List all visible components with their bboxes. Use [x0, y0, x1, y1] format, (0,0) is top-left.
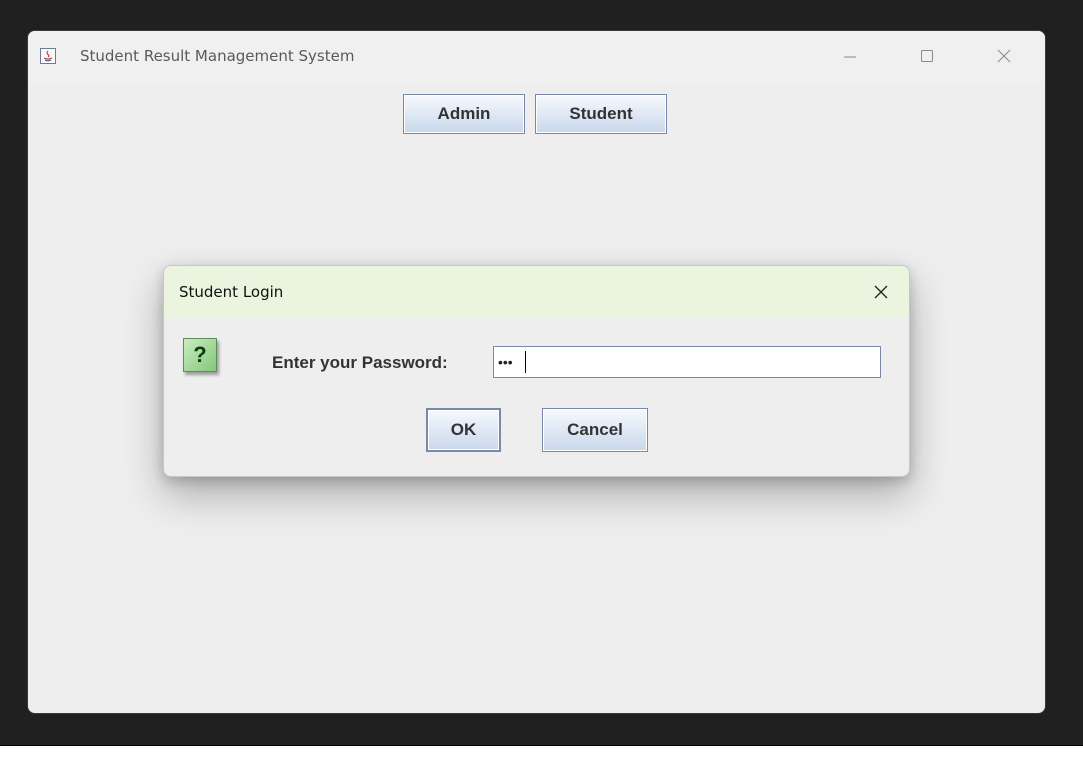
minimize-button[interactable] — [830, 43, 870, 69]
window-title: Student Result Management System — [80, 47, 355, 65]
close-button[interactable] — [984, 43, 1024, 69]
ok-button[interactable]: OK — [426, 408, 501, 452]
student-button[interactable]: Student — [535, 94, 667, 134]
password-field[interactable] — [493, 346, 881, 378]
password-prompt-label: Enter your Password: — [272, 353, 448, 372]
maximize-button[interactable] — [907, 43, 947, 69]
question-glyph: ? — [193, 342, 207, 367]
bottom-strip — [0, 745, 1083, 757]
java-icon — [40, 48, 56, 64]
minimize-icon — [844, 56, 856, 58]
title-bar[interactable]: Student Result Management System — [28, 31, 1045, 83]
cancel-button[interactable]: Cancel — [542, 408, 648, 452]
dialog-title-bar[interactable]: Student Login — [164, 266, 909, 318]
question-icon: ? — [183, 338, 217, 372]
student-login-dialog: Student Login ? Enter your Password: OK … — [163, 265, 910, 477]
admin-button[interactable]: Admin — [403, 94, 525, 134]
dialog-title: Student Login — [179, 283, 284, 301]
dialog-close-button[interactable] — [864, 278, 898, 306]
close-icon — [874, 285, 888, 299]
maximize-icon — [921, 50, 933, 62]
text-caret — [525, 351, 526, 373]
close-icon — [997, 49, 1011, 63]
